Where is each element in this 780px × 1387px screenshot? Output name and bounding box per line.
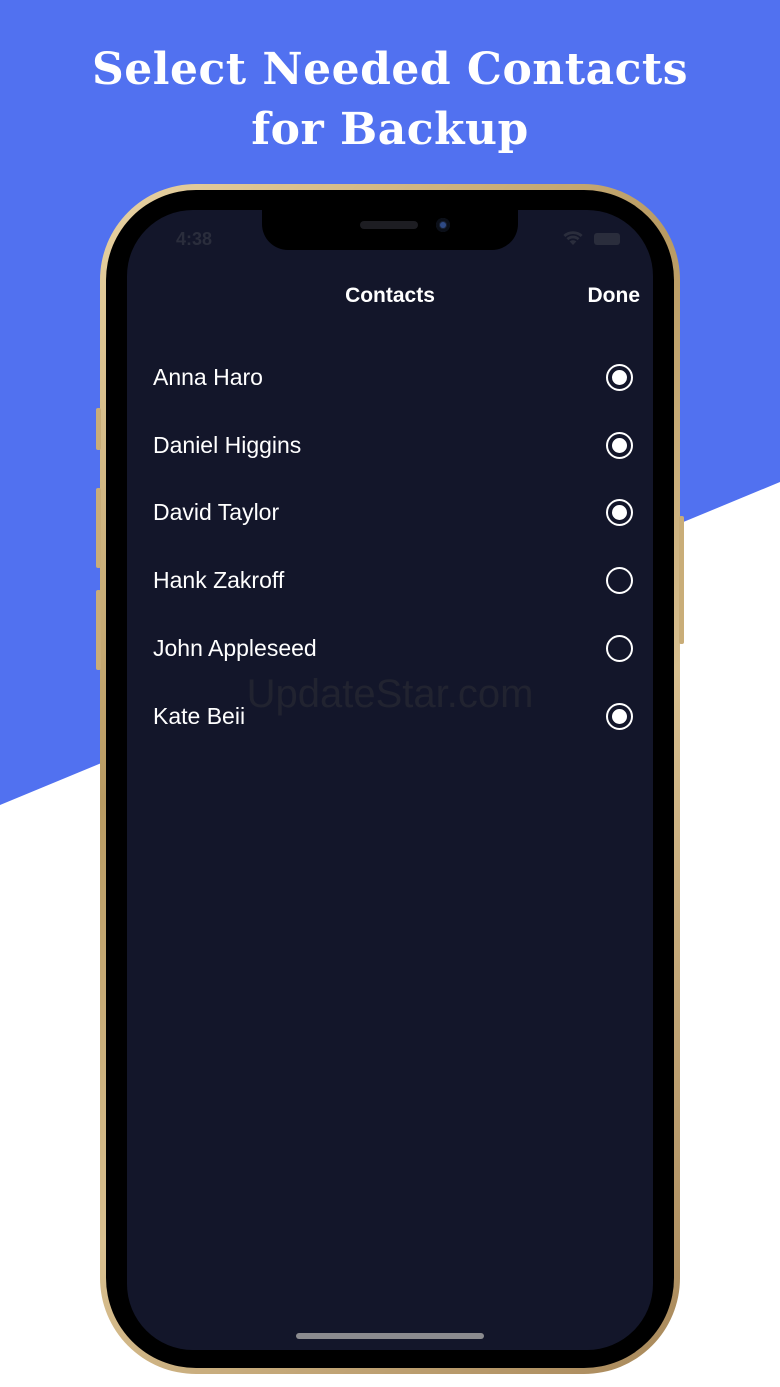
volume-down-button <box>96 590 101 670</box>
headline-line-2: for Backup <box>251 104 529 155</box>
contact-row[interactable]: Hank Zakroff <box>153 550 633 610</box>
contact-name: Anna Haro <box>153 363 263 390</box>
contact-row[interactable]: David Taylor <box>153 482 633 542</box>
wifi-icon <box>563 231 583 245</box>
radio-button[interactable] <box>606 498 633 526</box>
radio-button[interactable] <box>606 431 633 459</box>
contact-row[interactable]: Daniel Higgins <box>153 415 633 475</box>
contact-name: Daniel Higgins <box>153 431 302 458</box>
contact-name: David Taylor <box>153 498 280 525</box>
headline: Select Needed Contacts for Backup <box>0 40 780 160</box>
contact-name: Hank Zakroff <box>153 566 285 593</box>
contact-name: John Appleseed <box>153 634 317 661</box>
contact-row[interactable]: Anna Haro <box>153 347 633 407</box>
contact-row[interactable]: John Appleseed <box>153 618 633 678</box>
mute-switch <box>96 408 101 450</box>
radio-button[interactable] <box>606 634 633 662</box>
volume-up-button <box>96 488 101 568</box>
battery-icon <box>594 233 620 245</box>
camera-icon <box>436 218 450 232</box>
status-time: 4:38 <box>176 229 213 249</box>
speaker-grille <box>360 221 418 229</box>
home-indicator[interactable] <box>296 1333 484 1339</box>
watermark: UpdateStar.com <box>246 672 534 716</box>
done-button[interactable]: Done <box>560 284 641 308</box>
headline-line-1: Select Needed Contacts <box>91 44 689 95</box>
radio-button[interactable] <box>606 363 633 391</box>
power-button <box>679 516 684 644</box>
radio-button[interactable] <box>606 566 633 594</box>
